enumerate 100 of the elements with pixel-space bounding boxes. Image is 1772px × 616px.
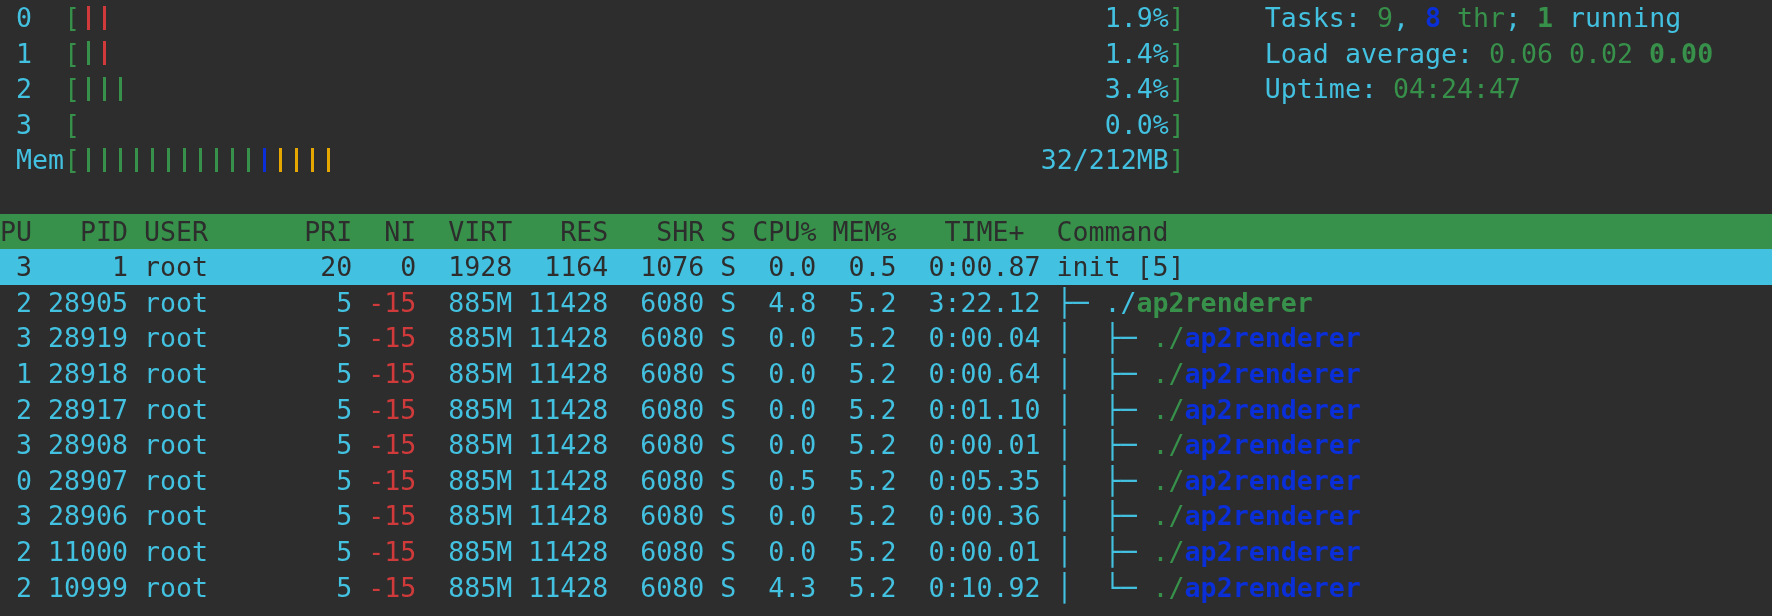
table-cell-text: S [720,499,737,534]
command-cell-text: │ ├─ ./ap2renderer [1056,463,1361,499]
meter-reading: 3.4% [1104,72,1169,107]
column-header[interactable]: Command [1056,213,1169,250]
table-cell-text: 11428 [528,285,609,320]
column-header[interactable]: S [720,213,737,250]
table-cell-text: root [144,250,210,285]
table-cell-text: S [720,463,737,498]
table-cell-text: 5.2 [847,570,897,605]
table-cell-text: 0 [399,250,417,285]
table-cell-text: 0:00.36 [927,499,1041,534]
table-cell-text: 6080 [639,321,705,356]
table-cell-text: 6080 [639,392,705,427]
table-cell-text: 28918 [48,356,129,391]
command-cell-text: init [5] [1056,250,1185,285]
table-cell-text: 0:10.92 [927,570,1041,605]
table-cell-text: 10999 [48,570,129,605]
table-cell-text: root [144,321,210,356]
table-cell-text: 5.2 [847,534,897,569]
table-cell-text: 3 [15,428,32,463]
meter-bracket: [ [64,36,81,71]
table-cell-text: S [720,392,737,427]
table-cell-text: 3 [15,499,32,534]
selected-row[interactable]: 3 1 root 20 0 1928 1164 1076 S 0.0 0.5 0:00.87 init [5] [0,249,1772,285]
table-cell-text: -15 [368,570,417,605]
table-cell-text: 0:05.35 [927,463,1041,498]
table-cell-text: root [144,428,210,463]
table-cell-text: 5.2 [847,356,897,391]
table-cell-text: S [720,428,737,463]
column-header[interactable]: NI [368,213,417,250]
tasks-summary: Tasks: 9, 8 thr; 1 running [1264,1,1683,35]
table-cell-text: 0.5 [767,463,817,498]
table-cell-text: 11428 [528,321,609,356]
table-cell-text: S [720,285,737,320]
table-cell-text: S [720,570,737,605]
meter-label: 3 [16,107,33,142]
table-cell-text: 1 [111,250,129,285]
meter-reading: 1.9% [1104,1,1169,35]
table-cell-text: 885M [447,321,513,356]
table-cell-text: 0.0 [767,534,817,569]
table-cell-text: 1076 [639,250,705,285]
table-cell-text: -15 [368,321,417,356]
column-header[interactable]: TIME+ [912,213,1041,250]
table-cell-text: -15 [368,534,417,569]
table-cell-text: 11428 [528,428,609,463]
column-header[interactable]: PID [48,213,129,250]
table-cell-text: 1164 [543,250,609,285]
column-header[interactable]: MEM% [832,213,897,250]
table-cell-text: 5 [335,392,353,427]
column-header[interactable]: USER [144,213,289,250]
table-cell-text: 6080 [639,285,705,320]
column-header[interactable]: PU [0,213,32,250]
table-cell-text: root [144,285,210,320]
meter-bracket: [ [64,72,81,107]
table-cell-text: -15 [368,428,417,463]
table-cell-text: 28919 [48,321,129,356]
load-average: Load average: 0.06 0.02 0.00 [1264,36,1714,71]
table-cell-text: 885M [447,570,513,605]
table-cell-text: S [720,534,737,569]
meter-label: 1 [16,36,33,71]
table-cell-text: 5 [335,356,353,391]
column-header[interactable]: SHR [624,213,705,250]
table-cell-text: 6080 [639,534,705,569]
table-cell-text: 885M [447,392,513,427]
table-cell-text: 11428 [528,356,609,391]
table-cell-text: 11428 [528,392,609,427]
table-cell-text: root [144,356,210,391]
meter-bracket: [ [64,1,81,35]
meter-bracket: ] [1168,107,1185,142]
command-cell-text: │ ├─ ./ap2renderer [1056,392,1361,428]
uptime: Uptime: 04:24:47 [1264,72,1522,107]
table-cell-text: 0.0 [767,321,817,356]
table-cell-text: S [720,250,737,285]
table-cell-text: 5 [335,499,353,534]
meter-reading: 0.0% [1104,107,1169,142]
table-cell-text: 11428 [528,499,609,534]
table-cell-text: 0.0 [767,356,817,391]
command-cell-text: │ ├─ ./ap2renderer [1056,428,1361,463]
table-cell-text: 885M [447,499,513,534]
table-cell-text: 885M [447,463,513,498]
meter-reading: 1.4% [1104,36,1169,71]
table-cell-text: 6080 [639,499,705,534]
meter-label: 0 [16,1,33,35]
table-cell-text: root [144,463,210,498]
table-cell-text: 1 [15,356,32,391]
meter-label: 2 [16,72,33,107]
command-cell-text: │ ├─ ./ap2renderer [1056,356,1361,392]
table-cell-text: 1928 [447,250,513,285]
table-cell-text: 0:00.64 [927,356,1041,391]
meter-bracket: ] [1168,72,1185,107]
table-cell-text: 28905 [48,285,129,320]
table-cell-text: 11428 [528,463,609,498]
table-cell-text: 5.2 [847,392,897,427]
column-header[interactable]: PRI [304,213,353,250]
column-header[interactable]: RES [528,213,609,250]
command-cell-text: │ └─ ./ap2renderer [1056,570,1361,606]
table-cell-text: 28906 [48,499,129,534]
column-header[interactable]: VIRT [432,213,513,250]
column-header[interactable]: CPU% [752,213,817,250]
meter-bracket: ] [1168,36,1185,71]
